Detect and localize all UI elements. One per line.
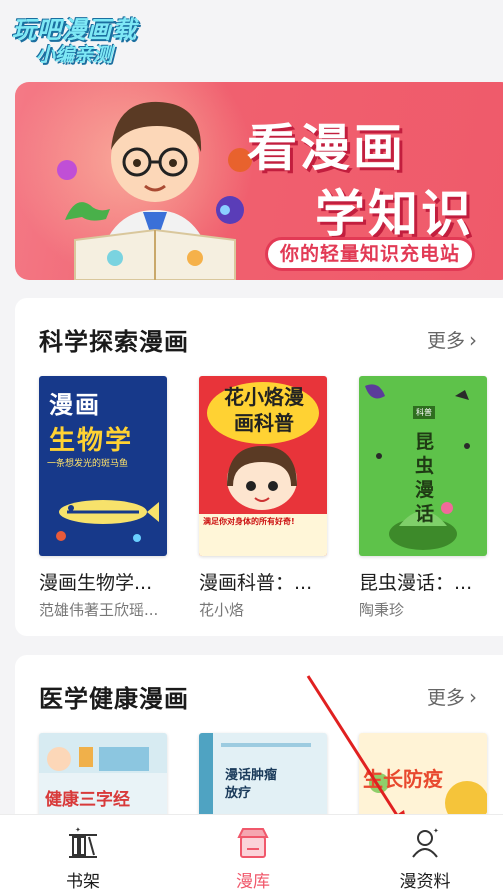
book-author: 花小烙 [199,601,245,619]
book-title: 昆虫漫话：... [359,572,473,594]
zebrafish-illustration [56,500,159,542]
banner-title-line2: 学知识 [315,185,474,243]
girl-face-illustration [227,446,297,502]
profile-icon: ✦ [412,827,439,858]
cover-subtitle: 一条想发光的斑马鱼 [47,459,129,469]
cover-title: 花小烙漫画科普 [224,385,304,435]
tab-label: 漫库 [236,872,270,890]
book-item[interactable]: 科普 昆虫漫话 昆虫漫话：... 陶秉珍 [359,376,499,620]
cover-tag: 科普 [413,406,435,419]
watermark-logo: 玩吧漫画载 小编亲测 [8,10,158,70]
more-label: 更多 [427,687,466,709]
bookshelf-icon: ✦ [69,826,97,858]
book-cover: 漫画 生物学 一条想发光的斑马鱼 [39,376,167,556]
section-science: 科学探索漫画 更多 › 漫画 生物学 一条想发光的斑马鱼 漫画生物学... 范雄伟… [15,298,503,636]
cover-title: 生长防疫 [363,767,443,791]
more-label: 更多 [427,330,466,352]
cover-title-2: 生物学 [49,426,134,456]
bottom-tabbar: ✦ 书架 漫库 ✦ 漫资料 [0,814,503,890]
cover-subtitle: 满足你对身体的所有好奇! [203,517,295,526]
section-title: 科学探索漫画 [39,328,189,356]
svg-text:✦: ✦ [75,826,81,834]
tab-label: 漫资料 [399,872,451,890]
book-cover: 花小烙漫画科普 满足你对身体的所有好奇! [199,376,327,556]
book-title: 漫画科普：... [199,572,313,594]
book-title: 漫画生物学... [39,572,153,594]
tab-profile[interactable]: ✦ 漫资料 [370,815,480,890]
store-icon [237,828,269,858]
more-link[interactable]: 更多 › [427,683,477,710]
cover-title: 漫话肿瘤放疗 [225,768,278,801]
more-link[interactable]: 更多 › [427,326,477,353]
svg-text:✦: ✦ [433,827,439,835]
cover-title: 健康三字经 [45,790,130,810]
tab-bookshelf[interactable]: ✦ 书架 [28,815,138,890]
promo-banner[interactable]: 看漫画 学知识 你的轻量知识充电站 [15,82,503,280]
tab-label: 书架 [66,872,100,890]
chevron-right-icon: › [469,328,478,352]
book-item[interactable]: 漫画 生物学 一条想发光的斑马鱼 漫画生物学... 范雄伟著王欣瑶... [39,376,179,620]
banner-subtitle: 你的轻量知识充电站 [265,237,476,271]
book-cover: 科普 昆虫漫话 [359,376,487,556]
book-item[interactable]: 花小烙漫画科普 满足你对身体的所有好奇! 漫画科普：... 花小烙 [199,376,339,620]
cover-title: 昆虫漫话 [415,431,435,525]
chevron-right-icon: › [469,685,478,709]
book-author: 陶秉珍 [359,601,405,619]
banner-title-line1: 看漫画 [247,119,406,177]
scientist-illustration [57,101,252,280]
cover-title: 漫画 [49,391,101,419]
section-title: 医学健康漫画 [39,685,189,713]
book-author: 范雄伟著王欣瑶... [39,601,159,619]
tab-comic-library[interactable]: 漫库 [198,815,308,890]
watermark-line2: 小编亲测 [36,44,113,66]
